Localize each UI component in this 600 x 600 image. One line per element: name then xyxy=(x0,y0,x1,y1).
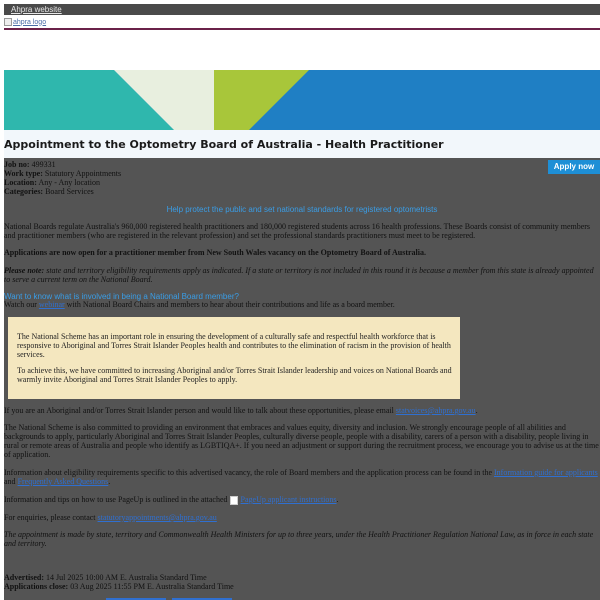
job-meta: Job no: 499331 Work type: Statutory Appo… xyxy=(4,160,121,196)
appointment-note: The appointment is made by state, territ… xyxy=(4,530,594,548)
logo-alt-text: ahpra logo xyxy=(13,18,47,26)
statvoices-email-link[interactable]: statvoices@ahpra.gov.au xyxy=(396,406,476,415)
categories-label: Categories: xyxy=(4,187,44,196)
document-icon xyxy=(229,495,238,505)
work-type-label: Work type: xyxy=(4,169,43,178)
pageup-pre: Information and tips on how to use PageU… xyxy=(4,495,228,504)
advertised-value: 14 Jul 2025 10:00 AM E. Australia Standa… xyxy=(46,573,207,582)
ahpra-website-link[interactable]: Ahpra website xyxy=(11,5,62,14)
closes-value: 03 Aug 2025 11:55 PM E. Australia Standa… xyxy=(70,582,234,591)
closes-row: Applications close: 03 Aug 2025 11:55 PM… xyxy=(4,582,600,591)
banner-graphic xyxy=(4,70,600,130)
work-type-row: Work type: Statutory Appointments xyxy=(4,169,121,178)
involved-post: with National Board Chairs and members t… xyxy=(66,300,395,309)
location-value: Any - Any location xyxy=(38,178,100,187)
involved-pre: Watch our xyxy=(4,300,37,309)
job-no-value: 499331 xyxy=(31,160,56,169)
apply-now-button[interactable]: Apply now xyxy=(548,160,600,174)
categories-value: Board Services xyxy=(45,187,94,196)
advertised-row: Advertised: 14 Jul 2025 10:00 AM E. Aust… xyxy=(4,573,600,582)
intro-text: National Boards regulate Australia's 960… xyxy=(4,222,591,240)
scheme-p2: To achieve this, we have committed to in… xyxy=(17,366,452,384)
headline: Help protect the public and set national… xyxy=(166,205,438,214)
scheme-notice-box: The National Scheme has an important rol… xyxy=(8,317,460,399)
ahpra-logo[interactable]: ahpra logo xyxy=(4,18,46,26)
job-no-label: Job no: xyxy=(4,160,30,169)
logo-row: ahpra logo xyxy=(4,15,600,30)
broken-image-icon xyxy=(4,18,12,26)
aboriginal-contact-pre: If you are an Aboriginal and/or Torres S… xyxy=(4,406,394,415)
eligibility-mid: and xyxy=(4,477,16,486)
information-guide-link[interactable]: Information guide for applicants xyxy=(494,468,598,477)
enquiries-email-link[interactable]: statutoryappointments@ahpra.gov.au xyxy=(98,513,217,522)
faq-link[interactable]: Frequently Asked Questions xyxy=(18,477,109,486)
title-bar: Appointment to the Optometry Board of Au… xyxy=(4,130,600,158)
please-note-label: Please note: xyxy=(4,266,45,275)
hero-banner xyxy=(4,70,600,130)
work-type-value: Statutory Appointments xyxy=(44,169,122,178)
open-notice: Applications are now open for a practiti… xyxy=(4,248,426,257)
pageup-post: . xyxy=(336,495,339,504)
categories-row: Categories: Board Services xyxy=(4,187,121,196)
enquiries-pre: For enquiries, please contact xyxy=(4,513,96,522)
eligibility-pre: Information about eligibility requiremen… xyxy=(4,468,492,477)
closes-label: Applications close: xyxy=(4,582,69,591)
job-content: Apply now Job no: 499331 Work type: Stat… xyxy=(4,158,600,600)
scheme-p1: The National Scheme has an important rol… xyxy=(17,332,451,359)
please-note: Please note: state and territory eligibi… xyxy=(4,266,600,284)
advertised-label: Advertised: xyxy=(4,573,44,582)
location-row: Location: Any - Any location xyxy=(4,178,121,187)
pageup-instructions-link[interactable]: PageUp applicant instructions xyxy=(241,495,337,504)
webinar-link[interactable]: webinar xyxy=(39,300,65,309)
job-no-row: Job no: 499331 xyxy=(4,160,121,169)
aboriginal-contact: If you are an Aboriginal and/or Torres S… xyxy=(4,406,600,415)
eligibility-post: . xyxy=(108,477,111,486)
top-bar: Ahpra website xyxy=(4,4,600,15)
diversity-text: The National Scheme is also committed to… xyxy=(4,423,599,459)
aboriginal-contact-post: . xyxy=(475,406,478,415)
page-title: Appointment to the Optometry Board of Au… xyxy=(4,138,444,151)
enquiries: For enquiries, please contact statutorya… xyxy=(4,513,600,522)
eligibility-info: Information about eligibility requiremen… xyxy=(4,468,600,486)
location-label: Location: xyxy=(4,178,37,187)
please-note-text: state and territory eligibility requirem… xyxy=(4,266,594,284)
pageup-info: Information and tips on how to use PageU… xyxy=(4,495,600,505)
involved-text: Watch our webinar with National Board Ch… xyxy=(4,300,600,309)
